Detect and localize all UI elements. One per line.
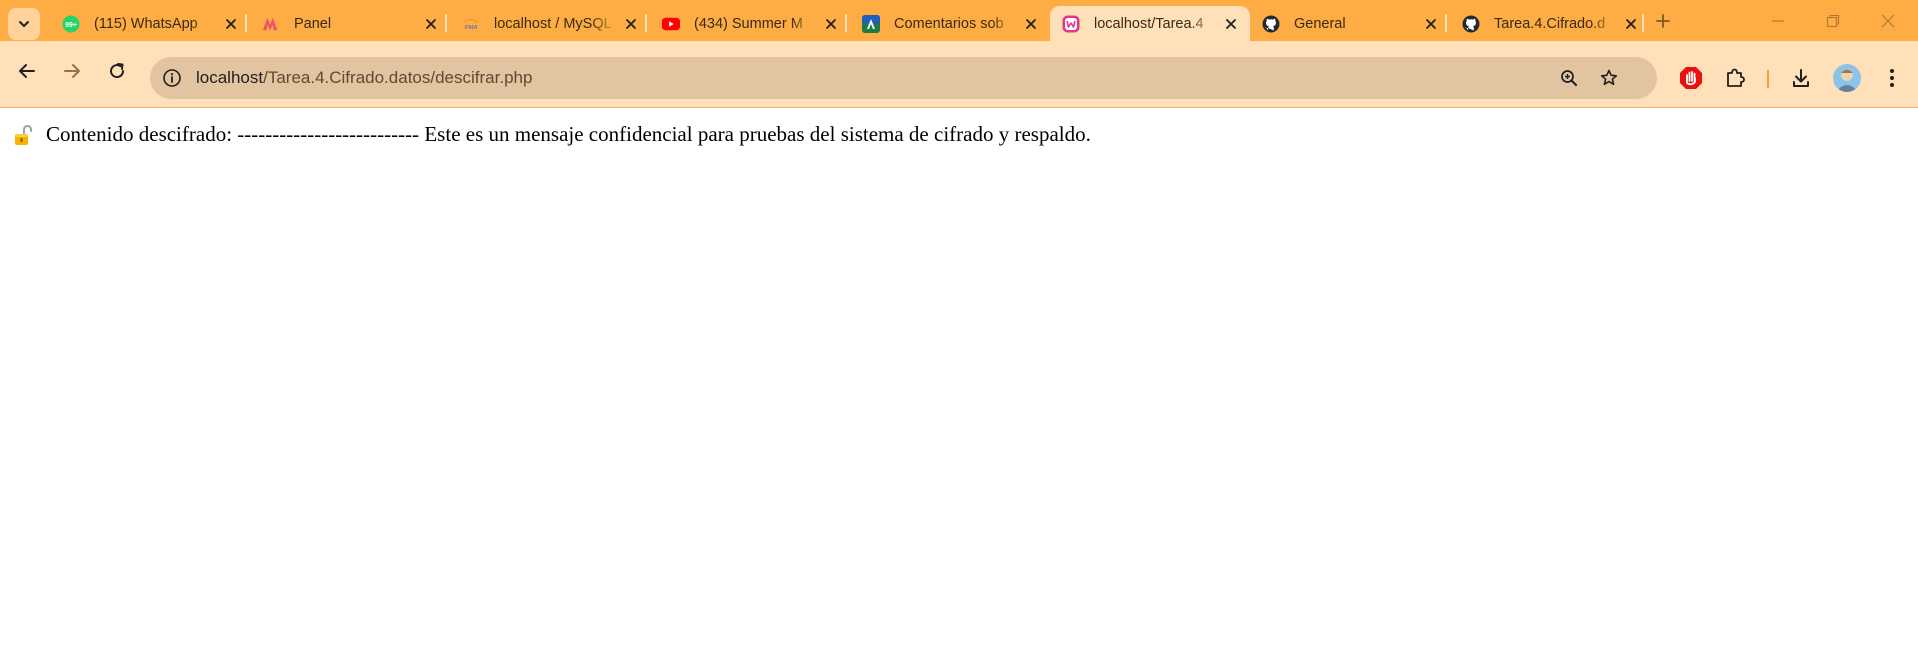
- tab-localhost-active[interactable]: localhost/Tarea.4: [1050, 6, 1250, 41]
- phpmyadmin-icon: PMA: [462, 15, 480, 33]
- tab-separator: [845, 14, 847, 32]
- unlocked-padlock-icon: [15, 124, 32, 145]
- avatar-icon: [1836, 69, 1858, 92]
- close-window-button[interactable]: [1877, 10, 1899, 32]
- tab-title: (434) Summer M: [694, 15, 803, 32]
- new-tab-button[interactable]: [1652, 10, 1674, 32]
- address-bar[interactable]: localhost/Tarea.4.Cifrado.datos/descifra…: [150, 57, 1657, 99]
- tab-title: localhost/Tarea.4: [1094, 15, 1204, 32]
- site-info-icon[interactable]: [160, 66, 184, 90]
- panel-logo-icon: [262, 15, 280, 33]
- close-icon[interactable]: [422, 15, 440, 33]
- tab-title: Panel: [294, 15, 332, 32]
- browser-toolbar: localhost/Tarea.4.Cifrado.datos/descifra…: [0, 41, 1918, 108]
- close-icon[interactable]: [1222, 15, 1240, 33]
- close-icon: [1881, 14, 1895, 28]
- close-icon[interactable]: [222, 15, 240, 33]
- youtube-icon: [662, 15, 680, 33]
- tab-separator: [1642, 14, 1644, 32]
- tab-whatsapp[interactable]: 99+ (115) WhatsApp: [50, 6, 250, 41]
- tab-phpmyadmin[interactable]: PMA localhost / MySQL: [450, 6, 650, 41]
- profile-avatar[interactable]: [1833, 64, 1861, 92]
- tab-youtube[interactable]: (434) Summer M: [650, 6, 850, 41]
- restore-icon: [1826, 14, 1840, 28]
- github-icon: [1462, 15, 1480, 33]
- whatsapp-icon: 99+: [62, 15, 80, 33]
- tab-github-general[interactable]: General: [1250, 6, 1450, 41]
- menu-button[interactable]: [1877, 63, 1907, 93]
- close-icon[interactable]: [1622, 15, 1640, 33]
- tab-separator: [445, 14, 447, 32]
- extensions-button[interactable]: [1720, 63, 1750, 93]
- back-button[interactable]: [12, 56, 42, 86]
- tab-title: General: [1294, 15, 1346, 32]
- extension-adblock-button[interactable]: [1676, 63, 1706, 93]
- close-icon[interactable]: [622, 15, 640, 33]
- url-host: localhost: [196, 68, 264, 87]
- message-text: Contenido descifrado: ------------------…: [46, 122, 1091, 146]
- url-path: /Tarea.4.Cifrado.datos/descifrar.php: [263, 68, 533, 87]
- chevron-down-icon: [19, 21, 29, 27]
- puzzle-icon: [1727, 68, 1745, 87]
- downloads-button[interactable]: [1786, 63, 1816, 93]
- tab-title: localhost / MySQL: [494, 15, 612, 32]
- atlassian-icon: [862, 14, 880, 33]
- page-content: Contenido descifrado: ------------------…: [0, 109, 1918, 663]
- whatsapp-badge: 99+: [65, 22, 77, 29]
- zoom-icon[interactable]: [1557, 66, 1581, 90]
- plus-icon: [1656, 14, 1670, 28]
- download-icon: [1793, 69, 1809, 87]
- github-icon: [1262, 15, 1280, 33]
- reload-button[interactable]: [102, 56, 132, 86]
- tab-separator: [1445, 14, 1447, 32]
- close-icon[interactable]: [822, 15, 840, 33]
- decrypted-message: Contenido descifrado: ------------------…: [13, 122, 1091, 147]
- tab-title: Tarea.4.Cifrado.d: [1494, 15, 1606, 32]
- minimize-button[interactable]: [1767, 10, 1789, 32]
- phpmyadmin-text: PMA: [465, 24, 478, 30]
- forward-button[interactable]: [57, 56, 87, 86]
- stop-hand-icon: [1680, 67, 1702, 89]
- toolbar-separator: [1767, 70, 1769, 88]
- close-icon[interactable]: [1022, 15, 1040, 33]
- tab-strip: 99+ (115) WhatsApp Panel PMA localhost /…: [0, 0, 1918, 41]
- tab-github-tarea[interactable]: Tarea.4.Cifrado.d: [1450, 6, 1650, 41]
- tab-atlassian[interactable]: Comentarios sob: [850, 6, 1050, 41]
- wampserver-icon: [1062, 15, 1080, 33]
- tab-title: (115) WhatsApp: [94, 15, 198, 32]
- tab-search-button[interactable]: [8, 8, 40, 40]
- tab-title: Comentarios sob: [894, 15, 1004, 32]
- tab-separator: [645, 14, 647, 32]
- tab-panel[interactable]: Panel: [250, 6, 450, 41]
- restore-button[interactable]: [1822, 10, 1844, 32]
- arrow-left-icon: [19, 64, 35, 78]
- close-icon[interactable]: [1422, 15, 1440, 33]
- more-vertical-icon: [1890, 69, 1894, 87]
- tab-separator: [245, 14, 247, 32]
- arrow-right-icon: [64, 64, 80, 78]
- minimize-icon: [1772, 20, 1784, 22]
- url-text: localhost/Tarea.4.Cifrado.datos/descifra…: [196, 68, 532, 88]
- star-icon[interactable]: [1597, 66, 1621, 90]
- reload-icon: [110, 63, 125, 79]
